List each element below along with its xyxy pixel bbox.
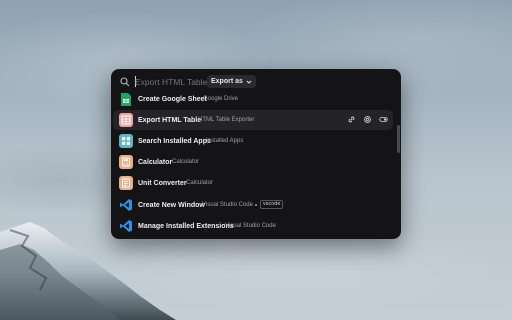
- list-item[interactable]: Create New Window Visual Studio Code vsc…: [113, 195, 393, 215]
- item-title: Manage Installed Extensions: [138, 222, 234, 230]
- export-as-label: Export as: [211, 78, 243, 85]
- list-item-selected[interactable]: Export HTML Table HTML Table Exporter: [113, 110, 393, 130]
- item-tag: vscode: [260, 200, 284, 209]
- vscode-icon: [119, 219, 133, 233]
- apps-grid-icon: [119, 134, 133, 148]
- command-launcher-window: Export as Create Google Sheet Google Dri…: [111, 69, 401, 239]
- link-icon[interactable]: [347, 115, 356, 124]
- item-subtitle: Installed Apps: [206, 138, 244, 144]
- scrollbar[interactable]: [397, 125, 400, 153]
- search-icon: [120, 77, 130, 87]
- item-title: Export HTML Table: [138, 116, 202, 124]
- list-item[interactable]: Unit Converter Calculator: [113, 173, 393, 193]
- separator-dot: [255, 204, 257, 206]
- item-subtitle: Calculator: [186, 180, 214, 186]
- vscode-icon: [119, 198, 133, 212]
- item-title: Search Installed Apps: [138, 137, 211, 145]
- list-item[interactable]: Manage Installed Extensions Visual Studi…: [113, 216, 393, 236]
- item-subtitle: Calculator: [172, 159, 200, 165]
- list-item[interactable]: Calculator Calculator: [113, 152, 393, 172]
- list-item[interactable]: Search Installed Apps Installed Apps: [113, 131, 393, 151]
- toggle-icon[interactable]: [379, 115, 388, 124]
- export-as-dropdown[interactable]: Export as: [207, 75, 256, 88]
- item-title: Unit Converter: [138, 179, 187, 187]
- unit-converter-icon: [119, 176, 133, 190]
- list-item[interactable]: Create Google Sheet Google Drive: [113, 89, 393, 109]
- item-subtitle: Visual Studio Code: [225, 223, 276, 229]
- calculator-icon: [119, 155, 133, 169]
- table-exporter-icon: [119, 113, 133, 127]
- search-input[interactable]: [135, 75, 215, 89]
- item-subtitle: Visual Studio Code: [202, 202, 253, 208]
- item-title: Create Google Sheet: [138, 95, 207, 103]
- item-subtitle: Google Drive: [203, 96, 239, 102]
- item-title: Create New Window: [138, 201, 205, 209]
- settings-icon[interactable]: [363, 115, 372, 124]
- item-subtitle: HTML Table Exporter: [198, 117, 255, 123]
- chevron-down-icon: [246, 80, 252, 84]
- google-sheets-icon: [119, 92, 133, 106]
- item-title: Calculator: [138, 158, 173, 166]
